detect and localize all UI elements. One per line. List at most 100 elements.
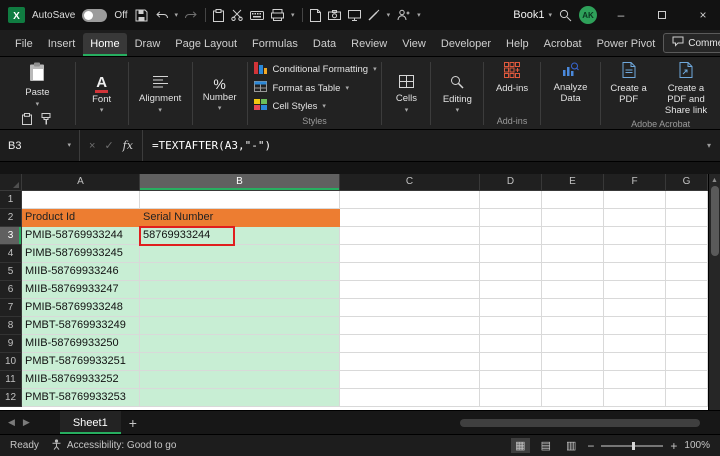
cell-F12[interactable] — [604, 389, 666, 407]
zoom-in-button[interactable]: + — [670, 439, 677, 453]
cell-F10[interactable] — [604, 353, 666, 371]
cell-G7[interactable] — [666, 299, 708, 317]
column-header-E[interactable]: E — [542, 174, 604, 191]
user-avatar[interactable]: AK — [579, 6, 597, 24]
cell-D5[interactable] — [480, 263, 542, 281]
sheet-nav-right-icon[interactable]: ▶ — [23, 417, 30, 428]
cell-A11[interactable]: MIIB-58769933252 — [22, 371, 140, 389]
cell-E10[interactable] — [542, 353, 604, 371]
page-layout-view-button[interactable]: ▤ — [537, 438, 555, 453]
comments-button[interactable]: Comments — [663, 33, 720, 53]
formula-input[interactable]: =TEXTAFTER(A3,"-") — [143, 139, 698, 152]
menu-tab-data[interactable]: Data — [306, 33, 343, 56]
cell-A8[interactable]: PMBT-58769933249 — [22, 317, 140, 335]
cell-B3[interactable]: 58769933244 — [140, 227, 340, 245]
normal-view-button[interactable]: ▦ — [511, 438, 529, 453]
cell-A9[interactable]: MIIB-58769933250 — [22, 335, 140, 353]
menu-tab-insert[interactable]: Insert — [41, 33, 83, 56]
menu-tab-power-pivot[interactable]: Power Pivot — [590, 33, 663, 56]
cell-C1[interactable] — [340, 191, 480, 209]
cell-styles-button[interactable]: Cell Styles ▾ — [250, 97, 378, 115]
cell-D3[interactable] — [480, 227, 542, 245]
column-header-B[interactable]: B — [140, 174, 340, 191]
cell-C11[interactable] — [340, 371, 480, 389]
menu-tab-page-layout[interactable]: Page Layout — [168, 33, 244, 56]
cell-G12[interactable] — [666, 389, 708, 407]
format-as-table-button[interactable]: Format as Table ▾ — [250, 79, 378, 97]
print-icon[interactable] — [271, 9, 284, 21]
cell-D7[interactable] — [480, 299, 542, 317]
cell-G6[interactable] — [666, 281, 708, 299]
cell-F4[interactable] — [604, 245, 666, 263]
cell-A12[interactable]: PMBT-58769933253 — [22, 389, 140, 407]
zoom-out-button[interactable]: − — [587, 439, 594, 453]
cell-F7[interactable] — [604, 299, 666, 317]
cell-A10[interactable]: PMBT-58769933251 — [22, 353, 140, 371]
cell-D1[interactable] — [480, 191, 542, 209]
cell-C6[interactable] — [340, 281, 480, 299]
cell-D11[interactable] — [480, 371, 542, 389]
person-dropdown-icon[interactable]: ▾ — [417, 12, 421, 19]
row-header-10[interactable]: 10 — [0, 353, 22, 371]
enter-icon[interactable]: ✓ — [104, 139, 113, 152]
font-button[interactable]: A Font ▾ — [88, 73, 115, 117]
cell-B9[interactable] — [140, 335, 340, 353]
editing-button[interactable]: Editing ▾ — [439, 73, 476, 117]
cell-B6[interactable] — [140, 281, 340, 299]
undo-icon[interactable] — [155, 10, 168, 21]
cell-C12[interactable] — [340, 389, 480, 407]
document-title[interactable]: Book1▾ — [513, 9, 552, 21]
cell-F6[interactable] — [604, 281, 666, 299]
horizontal-scrollbar-thumb[interactable] — [460, 419, 700, 427]
cell-E2[interactable] — [542, 209, 604, 227]
cell-G3[interactable] — [666, 227, 708, 245]
cell-C4[interactable] — [340, 245, 480, 263]
autosave-toggle[interactable] — [82, 9, 107, 22]
menu-tab-acrobat[interactable]: Acrobat — [537, 33, 589, 56]
cell-E4[interactable] — [542, 245, 604, 263]
cell-B10[interactable] — [140, 353, 340, 371]
menu-tab-help[interactable]: Help — [499, 33, 536, 56]
cell-G9[interactable] — [666, 335, 708, 353]
row-header-5[interactable]: 5 — [0, 263, 22, 281]
column-header-F[interactable]: F — [604, 174, 666, 191]
cell-E1[interactable] — [542, 191, 604, 209]
cell-A7[interactable]: PMIB-58769933248 — [22, 299, 140, 317]
name-box-dropdown-icon[interactable]: ▾ — [67, 142, 71, 149]
cell-C9[interactable] — [340, 335, 480, 353]
paste-options-icon[interactable] — [22, 112, 32, 130]
conditional-formatting-button[interactable]: Conditional Formatting ▾ — [250, 60, 378, 79]
zoom-slider[interactable] — [601, 445, 663, 447]
cell-B4[interactable] — [140, 245, 340, 263]
addins-button[interactable]: Add-ins — [492, 60, 532, 97]
page-break-view-button[interactable]: ▥ — [562, 438, 580, 453]
cell-D2[interactable] — [480, 209, 542, 227]
select-all-button[interactable] — [0, 174, 22, 191]
menu-tab-formulas[interactable]: Formulas — [245, 33, 305, 56]
cell-G10[interactable] — [666, 353, 708, 371]
row-header-6[interactable]: 6 — [0, 281, 22, 299]
cell-D12[interactable] — [480, 389, 542, 407]
close-button[interactable]: × — [686, 0, 720, 30]
cell-C5[interactable] — [340, 263, 480, 281]
cell-G2[interactable] — [666, 209, 708, 227]
menu-tab-developer[interactable]: Developer — [434, 33, 498, 56]
create-pdf-button[interactable]: Create a PDF — [604, 60, 653, 119]
cell-F2[interactable] — [604, 209, 666, 227]
row-header-8[interactable]: 8 — [0, 317, 22, 335]
pen-dropdown-icon[interactable]: ▾ — [387, 12, 391, 19]
cell-E11[interactable] — [542, 371, 604, 389]
cell-B2[interactable]: Serial Number — [140, 209, 340, 227]
cell-A1[interactable] — [22, 191, 140, 209]
cell-D8[interactable] — [480, 317, 542, 335]
column-header-G[interactable]: G — [666, 174, 708, 191]
cell-E3[interactable] — [542, 227, 604, 245]
analyze-data-button[interactable]: Analyze Data — [544, 60, 597, 107]
cell-C2[interactable] — [340, 209, 480, 227]
cell-F11[interactable] — [604, 371, 666, 389]
cell-F1[interactable] — [604, 191, 666, 209]
row-header-11[interactable]: 11 — [0, 371, 22, 389]
cell-G4[interactable] — [666, 245, 708, 263]
cell-E7[interactable] — [542, 299, 604, 317]
row-header-1[interactable]: 1 — [0, 191, 22, 209]
